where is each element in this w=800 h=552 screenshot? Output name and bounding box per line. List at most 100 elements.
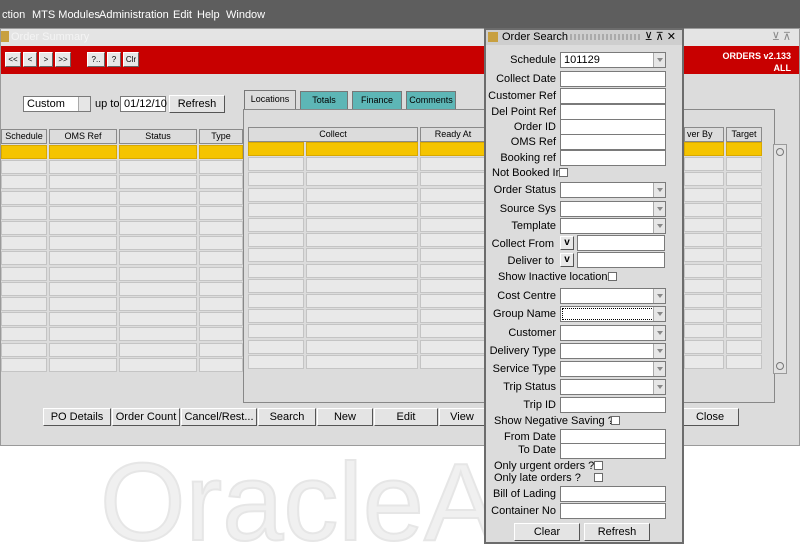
summary-grid-cell[interactable] xyxy=(49,221,117,235)
locations-grid-cell[interactable] xyxy=(306,233,418,248)
summary-grid-cell[interactable] xyxy=(49,297,117,311)
template-select[interactable] xyxy=(560,218,666,234)
new-button[interactable]: New xyxy=(317,408,373,426)
locations-grid-cell[interactable] xyxy=(420,157,486,172)
summary-grid-cell[interactable] xyxy=(119,357,197,372)
locations-grid-cell[interactable] xyxy=(726,309,762,324)
tab-finance[interactable]: Finance xyxy=(352,91,402,109)
summary-grid-cell[interactable] xyxy=(119,342,197,357)
locations-grid-cell[interactable] xyxy=(684,324,724,339)
dialog-controls-icon[interactable]: ⊻ ⊼ ✕ xyxy=(645,30,676,43)
clear-search-button[interactable]: Clear xyxy=(514,523,580,541)
summary-grid-cell[interactable] xyxy=(199,160,243,175)
order-status-select[interactable] xyxy=(560,182,666,198)
container-no-field[interactable] xyxy=(560,503,666,519)
summary-grid-cell[interactable] xyxy=(199,175,243,190)
refresh-search-button[interactable]: Refresh xyxy=(584,523,650,541)
summary-grid-cell[interactable] xyxy=(199,357,243,372)
locations-grid-cell[interactable] xyxy=(248,142,304,156)
summary-grid-cell[interactable] xyxy=(119,236,197,251)
scroll-down-icon[interactable] xyxy=(776,362,784,370)
locations-grid-cell[interactable] xyxy=(420,339,486,354)
summary-grid-cell[interactable] xyxy=(49,357,117,372)
summary-grid-cell[interactable] xyxy=(199,145,243,159)
summary-grid-cell[interactable] xyxy=(1,236,47,251)
menu-edit[interactable]: Edit xyxy=(173,9,192,21)
only-late-checkbox[interactable] xyxy=(594,473,603,482)
locations-grid-cell[interactable] xyxy=(248,218,304,232)
tab-totals[interactable]: Totals xyxy=(300,91,348,109)
scroll-up-icon[interactable] xyxy=(776,148,784,156)
to-date-field[interactable] xyxy=(560,443,666,459)
locations-grid-cell[interactable] xyxy=(248,157,304,172)
locations-grid-cell[interactable] xyxy=(248,324,304,339)
last-record-button[interactable]: >> xyxy=(55,52,71,67)
query-button[interactable]: ?.. xyxy=(87,52,105,67)
chevron-down-icon[interactable] xyxy=(653,183,665,197)
trip-id-field[interactable] xyxy=(560,397,666,413)
next-record-button[interactable]: > xyxy=(39,52,53,67)
summary-grid-cell[interactable] xyxy=(1,312,47,327)
order-id-field[interactable] xyxy=(560,119,666,135)
chevron-down-icon[interactable] xyxy=(653,307,665,321)
edit-button[interactable]: Edit xyxy=(374,408,438,426)
summary-grid-cell[interactable] xyxy=(119,221,197,235)
locations-grid-cell[interactable] xyxy=(684,172,724,187)
summary-grid-cell[interactable] xyxy=(49,327,117,342)
locations-grid-cell[interactable] xyxy=(248,202,304,217)
customer-select[interactable] xyxy=(560,325,666,341)
delivery-type-select[interactable] xyxy=(560,343,666,359)
summary-grid-cell[interactable] xyxy=(49,236,117,251)
locations-grid-cell[interactable] xyxy=(248,248,304,263)
chevron-down-icon[interactable] xyxy=(653,380,665,394)
del-point-ref-field[interactable] xyxy=(560,104,666,120)
summary-grid-cell[interactable] xyxy=(49,160,117,175)
locations-grid-cell[interactable] xyxy=(726,142,762,156)
menu-administration[interactable]: Administration xyxy=(99,9,169,21)
menu-action[interactable]: ction xyxy=(2,9,25,21)
deliver-to-lov-button[interactable]: v xyxy=(560,253,574,267)
locations-grid-cell[interactable] xyxy=(684,233,724,248)
view-button[interactable]: View xyxy=(439,408,485,426)
locations-grid-cell[interactable] xyxy=(306,263,418,278)
schedule-select[interactable]: 101129 xyxy=(560,52,666,68)
summary-grid-cell[interactable] xyxy=(199,221,243,235)
order-search-titlebar[interactable]: Order Search ⊻ ⊼ ✕ xyxy=(486,30,682,45)
locations-grid-cell[interactable] xyxy=(726,294,762,308)
source-sys-select[interactable] xyxy=(560,201,666,217)
summary-grid-cell[interactable] xyxy=(199,281,243,296)
booking-ref-field[interactable] xyxy=(560,150,666,166)
summary-grid-cell[interactable] xyxy=(119,251,197,266)
locations-grid-cell[interactable] xyxy=(306,324,418,339)
help-button[interactable]: ? xyxy=(107,52,121,67)
summary-grid-cell[interactable] xyxy=(199,312,243,327)
summary-grid-cell[interactable] xyxy=(49,205,117,220)
summary-grid-cell[interactable] xyxy=(199,251,243,266)
chevron-down-icon[interactable] xyxy=(653,53,665,67)
summary-grid-cell[interactable] xyxy=(119,327,197,342)
summary-grid-cell[interactable] xyxy=(1,190,47,205)
summary-grid-cell[interactable] xyxy=(1,160,47,175)
menu-window[interactable]: Window xyxy=(226,9,265,21)
menu-help[interactable]: Help xyxy=(197,9,220,21)
summary-grid-cell[interactable] xyxy=(49,175,117,190)
locations-grid-cell[interactable] xyxy=(306,172,418,187)
deliver-to-field[interactable] xyxy=(577,252,665,268)
summary-grid-cell[interactable] xyxy=(119,160,197,175)
locations-grid-cell[interactable] xyxy=(684,202,724,217)
locations-grid-cell[interactable] xyxy=(420,142,486,156)
summary-grid-cell[interactable] xyxy=(49,145,117,159)
chevron-down-icon[interactable] xyxy=(653,202,665,216)
locations-grid-cell[interactable] xyxy=(420,187,486,202)
locations-grid-cell[interactable] xyxy=(420,172,486,187)
tab-locations[interactable]: Locations xyxy=(244,90,296,110)
chevron-down-icon[interactable] xyxy=(78,97,90,111)
only-urgent-checkbox[interactable] xyxy=(594,461,603,470)
summary-grid-cell[interactable] xyxy=(1,251,47,266)
locations-grid-cell[interactable] xyxy=(684,142,724,156)
summary-grid-cell[interactable] xyxy=(119,190,197,205)
show-negative-saving-checkbox[interactable] xyxy=(611,416,620,425)
summary-grid-cell[interactable] xyxy=(119,266,197,281)
customer-ref-field[interactable] xyxy=(560,88,666,104)
summary-grid-cell[interactable] xyxy=(49,190,117,205)
